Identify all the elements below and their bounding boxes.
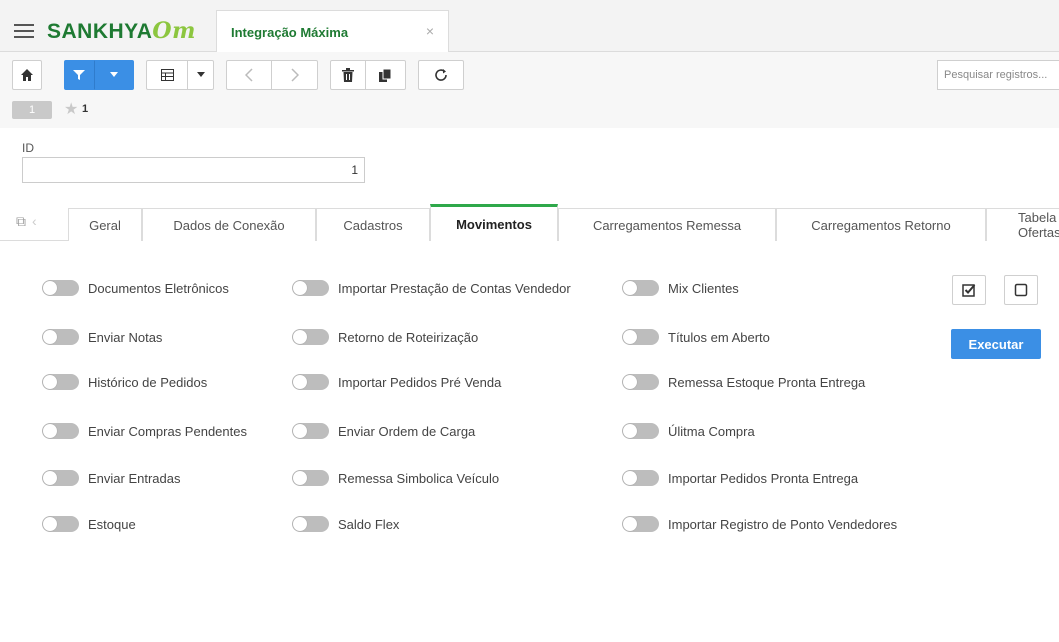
delete-button[interactable] (330, 60, 366, 90)
filter-dropdown-button[interactable] (94, 60, 134, 90)
toggle-importar-pedidos-pre-venda[interactable]: Importar Pedidos Pré Venda (292, 372, 501, 392)
toggle-remessa-simbolica-veiculo[interactable]: Remessa Simbolica Veículo (292, 468, 499, 488)
chevron-left-icon (245, 68, 253, 82)
previous-record-button[interactable] (226, 60, 272, 90)
toggle-switch[interactable] (42, 470, 79, 486)
toggle-switch[interactable] (292, 423, 329, 439)
toggle-switch[interactable] (622, 329, 659, 345)
id-field-label: ID (22, 141, 34, 155)
toggle-switch[interactable] (292, 329, 329, 345)
next-record-button[interactable] (272, 60, 318, 90)
tab-cadastros[interactable]: Cadastros (316, 208, 430, 241)
toggle-titulos-em-aberto[interactable]: Títulos em Aberto (622, 327, 770, 347)
filter-icon (73, 70, 85, 80)
favorite-star-icon[interactable]: ★ (64, 99, 78, 119)
toggle-saldo-flex[interactable]: Saldo Flex (292, 514, 399, 534)
toggle-mix-clientes[interactable]: Mix Clientes (622, 278, 739, 298)
tab-carregamentos-remessa[interactable]: Carregamentos Remessa (558, 208, 776, 241)
menu-icon[interactable] (14, 24, 34, 38)
toggle-enviar-notas[interactable]: Enviar Notas (42, 327, 162, 347)
tab-tabela[interactable]: Tabela de Ofertas (986, 208, 1059, 241)
brand-logo: SANKHYAOm (47, 18, 196, 44)
toggle-switch[interactable] (42, 423, 79, 439)
execute-button[interactable]: Executar (951, 329, 1041, 359)
tab-geral[interactable]: Geral (68, 208, 142, 241)
chevron-left-icon[interactable]: ‹ (32, 213, 37, 230)
home-icon (21, 69, 33, 81)
page-number-badge[interactable]: 1 (12, 101, 52, 119)
favorites-count: 1 (82, 103, 89, 115)
toggle-documentos-eletronicos[interactable]: Documentos Eletrônicos (42, 278, 229, 298)
toggle-switch[interactable] (292, 280, 329, 296)
copy-icon (379, 68, 392, 82)
open-screen-title: Integração Máxima (231, 25, 349, 40)
toggle-ultima-compra[interactable]: Úlitma Compra (622, 421, 755, 441)
toggle-importar-pedidos-pronta-entrega[interactable]: Importar Pedidos Pronta Entrega (622, 468, 858, 488)
refresh-icon (435, 69, 447, 81)
id-field[interactable]: 1 (22, 157, 365, 183)
checkbox-checked-icon (962, 284, 976, 297)
toggle-estoque[interactable]: Estoque (42, 514, 136, 534)
chevron-right-icon (290, 68, 299, 82)
close-tab-icon[interactable]: × (426, 23, 434, 39)
checkbox-empty-icon (1014, 283, 1028, 297)
tab-dados-de-conexao[interactable]: Dados de Conexão (142, 208, 316, 241)
toolbar: Pesquisar registros... 1 ★ 1 (0, 52, 1059, 128)
caret-down-icon (110, 72, 118, 77)
movimentos-panel: Documentos Eletrônicos Enviar Notas Hist… (0, 241, 1059, 642)
toggle-switch[interactable] (42, 329, 79, 345)
tab-movimentos[interactable]: Movimentos (430, 204, 558, 242)
filter-button[interactable] (64, 60, 94, 90)
toggle-switch[interactable] (42, 374, 79, 390)
search-input[interactable]: Pesquisar registros... (937, 60, 1059, 90)
toggle-enviar-ordem-de-carga[interactable]: Enviar Ordem de Carga (292, 421, 475, 441)
tab-carregamentos-retorno[interactable]: Carregamentos Retorno (776, 208, 986, 241)
toggle-importar-registro-ponto[interactable]: Importar Registro de Ponto Vendedores (622, 514, 897, 534)
toggle-switch[interactable] (42, 280, 79, 296)
toggle-switch[interactable] (622, 470, 659, 486)
caret-down-icon (196, 72, 205, 77)
toggle-switch[interactable] (292, 470, 329, 486)
toggle-switch[interactable] (622, 280, 659, 296)
toggle-switch[interactable] (42, 516, 79, 532)
toggle-importar-prestacao-contas[interactable]: Importar Prestação de Contas Vendedor (292, 278, 571, 298)
tab-bar: ⧉ ‹ Geral Dados de Conexão Cadastros Mov… (0, 204, 1059, 242)
toggle-switch[interactable] (292, 374, 329, 390)
trash-icon (342, 68, 354, 82)
toggle-retorno-roteirizacao[interactable]: Retorno de Roteirização (292, 327, 478, 347)
toggle-switch[interactable] (622, 516, 659, 532)
toggle-switch[interactable] (292, 516, 329, 532)
grid-icon (160, 69, 174, 81)
grid-view-button[interactable] (146, 60, 188, 90)
refresh-button[interactable] (418, 60, 464, 90)
toggle-switch[interactable] (622, 374, 659, 390)
home-button[interactable] (12, 60, 42, 90)
toggle-remessa-estoque-pronta-entrega[interactable]: Remessa Estoque Pronta Entrega (622, 372, 865, 392)
toggle-enviar-compras-pendentes[interactable]: Enviar Compras Pendentes (42, 421, 247, 441)
view-dropdown-button[interactable] (188, 60, 214, 90)
select-all-button[interactable] (952, 275, 986, 305)
toggle-enviar-entradas[interactable]: Enviar Entradas (42, 468, 181, 488)
deselect-all-button[interactable] (1004, 275, 1038, 305)
copy-button[interactable] (366, 60, 406, 90)
toggle-historico-de-pedidos[interactable]: Histórico de Pedidos (42, 372, 207, 392)
open-screen-tab[interactable]: Integração Máxima × (216, 10, 449, 52)
top-header: SANKHYAOm Integração Máxima × (0, 0, 1059, 52)
copy-tabs-icon[interactable]: ⧉ (16, 213, 26, 230)
toggle-switch[interactable] (622, 423, 659, 439)
